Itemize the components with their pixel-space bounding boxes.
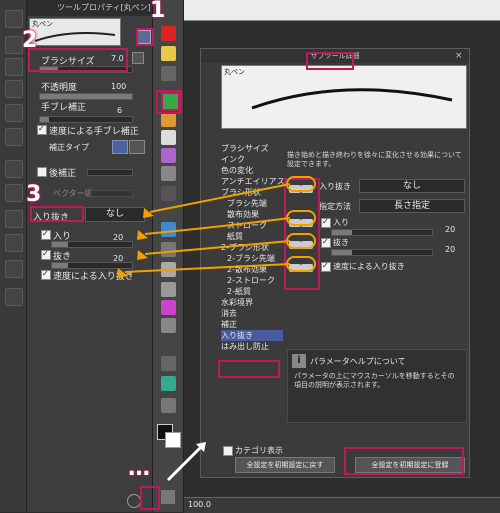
- annotation-number-2: 2: [22, 28, 38, 53]
- app-root: ツールプロパティ[丸ペン] 丸ペン ブラシサイズ 7.0 不透明度 100 手ブ…: [0, 0, 500, 513]
- arrowhead-out: [137, 250, 148, 260]
- arrowhead-speed: [117, 268, 128, 278]
- arrow-out: [144, 240, 291, 255]
- arrow-taper: [149, 183, 291, 213]
- arrowhead-taper: [143, 208, 154, 218]
- annotation-number-1: 1: [150, 0, 166, 23]
- arrow-to-register: [166, 446, 202, 482]
- arrow-speed: [124, 263, 291, 273]
- arrowhead-in: [137, 230, 148, 240]
- arrow-in: [144, 217, 291, 235]
- annotation-arrows: [117, 183, 291, 482]
- annotation-number-3: 3: [26, 182, 42, 207]
- annotation-dots: …: [128, 456, 150, 481]
